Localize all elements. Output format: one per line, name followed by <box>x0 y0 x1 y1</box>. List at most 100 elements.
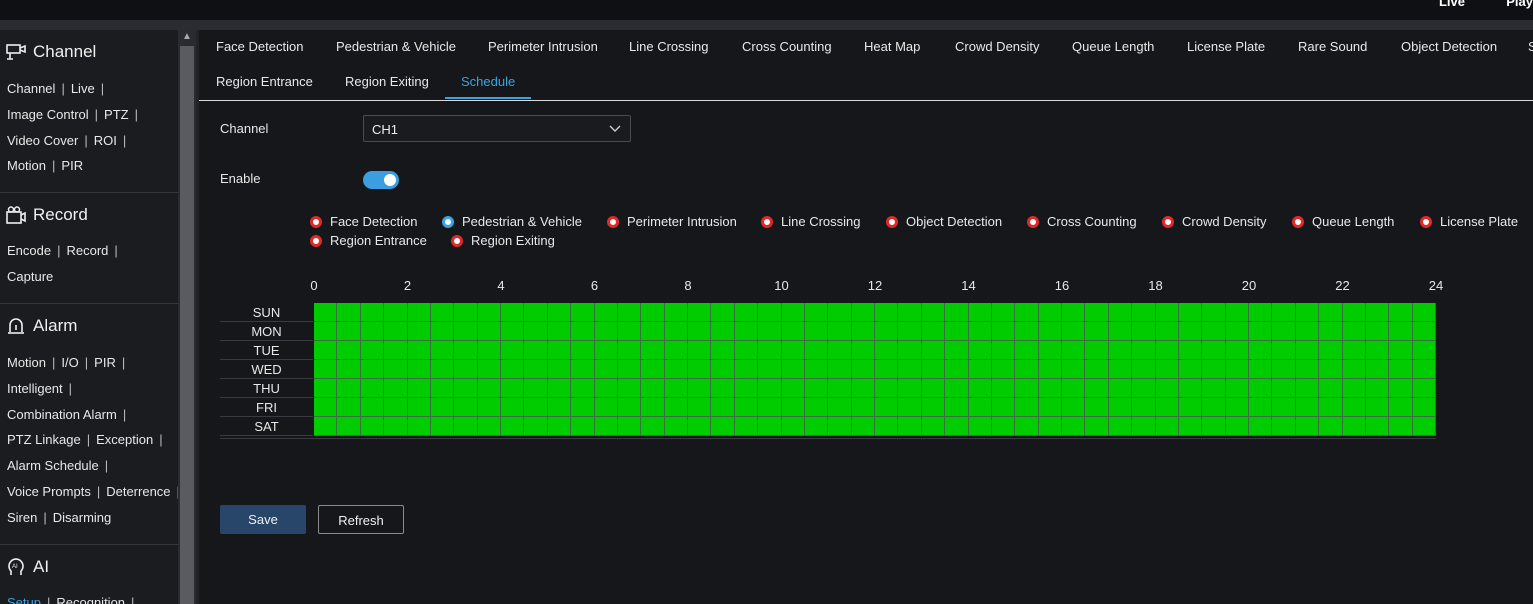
schedule-cell[interactable] <box>407 398 431 417</box>
schedule-cell[interactable] <box>781 379 805 398</box>
schedule-cell[interactable] <box>664 398 688 417</box>
schedule-cell[interactable] <box>594 398 618 417</box>
schedule-cell[interactable] <box>664 303 688 322</box>
nav-deterrence[interactable]: Deterrence <box>106 484 170 499</box>
schedule-cell[interactable] <box>781 341 805 360</box>
schedule-cell[interactable] <box>1225 360 1249 379</box>
schedule-cell[interactable] <box>921 379 946 398</box>
schedule-cell[interactable] <box>594 322 618 341</box>
tab-region-exiting[interactable]: Region Exiting <box>345 65 429 99</box>
schedule-cell[interactable] <box>384 360 408 379</box>
nav-io[interactable]: I/O <box>61 355 78 370</box>
schedule-cell[interactable] <box>337 303 361 322</box>
schedule-cell[interactable] <box>1249 398 1273 417</box>
schedule-cell[interactable] <box>875 322 899 341</box>
radio-pedestrian-vehicle[interactable]: Pedestrian & Vehicle <box>442 214 582 229</box>
schedule-cell[interactable] <box>477 379 501 398</box>
schedule-cell[interactable] <box>1178 398 1203 417</box>
schedule-cell[interactable] <box>1202 303 1226 322</box>
schedule-cell[interactable] <box>758 322 782 341</box>
schedule-cell[interactable] <box>875 379 899 398</box>
schedule-cell[interactable] <box>968 341 992 360</box>
schedule-cell[interactable] <box>337 360 361 379</box>
schedule-cell[interactable] <box>1272 322 1296 341</box>
schedule-cell[interactable] <box>337 322 361 341</box>
schedule-cell[interactable] <box>571 303 595 322</box>
sidebar-heading-channel[interactable]: Channel <box>0 39 178 65</box>
schedule-cell[interactable] <box>921 417 946 436</box>
schedule-cell[interactable] <box>711 341 735 360</box>
schedule-cell[interactable] <box>1108 341 1133 360</box>
schedule-cell[interactable] <box>664 341 688 360</box>
sidebar-heading-record[interactable]: Record <box>0 202 178 228</box>
schedule-cell[interactable] <box>337 417 361 436</box>
schedule-cell[interactable] <box>1412 417 1436 436</box>
schedule-cell[interactable] <box>875 360 899 379</box>
schedule-cell[interactable] <box>1155 341 1179 360</box>
schedule-cell[interactable] <box>1295 303 1320 322</box>
schedule-cell[interactable] <box>1015 322 1039 341</box>
schedule-cell[interactable] <box>1342 379 1366 398</box>
schedule-cell[interactable] <box>1319 360 1343 379</box>
schedule-cell[interactable] <box>828 398 852 417</box>
schedule-cell[interactable] <box>968 417 992 436</box>
schedule-cell[interactable] <box>828 360 852 379</box>
schedule-cell[interactable] <box>641 322 665 341</box>
schedule-cell[interactable] <box>991 398 1016 417</box>
schedule-cell[interactable] <box>1365 379 1390 398</box>
schedule-cell[interactable] <box>758 341 782 360</box>
schedule-cell[interactable] <box>547 398 572 417</box>
tab-perimeter-intrusion[interactable]: Perimeter Intrusion <box>488 30 598 64</box>
nav-recognition[interactable]: Recognition <box>56 595 125 604</box>
schedule-cell[interactable] <box>711 322 735 341</box>
schedule-cell[interactable] <box>641 379 665 398</box>
schedule-cell[interactable] <box>384 379 408 398</box>
schedule-cell[interactable] <box>1038 379 1062 398</box>
schedule-cell[interactable] <box>921 398 946 417</box>
schedule-cell[interactable] <box>524 398 548 417</box>
schedule-cell[interactable] <box>851 341 875 360</box>
tab-schedule[interactable]: Schedule <box>444 65 532 99</box>
schedule-cell[interactable] <box>1155 360 1179 379</box>
schedule-cell[interactable] <box>1319 303 1343 322</box>
schedule-cell[interactable] <box>1178 322 1203 341</box>
schedule-cell[interactable] <box>1015 303 1039 322</box>
top-nav-playback[interactable]: Play <box>1506 0 1533 9</box>
schedule-cell[interactable] <box>828 303 852 322</box>
schedule-cell[interactable] <box>337 379 361 398</box>
schedule-cell[interactable] <box>1225 303 1249 322</box>
schedule-cell[interactable] <box>711 303 735 322</box>
schedule-cell[interactable] <box>501 379 525 398</box>
schedule-cell[interactable] <box>547 360 572 379</box>
schedule-cell[interactable] <box>314 322 338 341</box>
schedule-cell[interactable] <box>945 398 969 417</box>
schedule-cell[interactable] <box>781 398 805 417</box>
schedule-cell[interactable] <box>1132 379 1156 398</box>
schedule-cell[interactable] <box>1389 303 1413 322</box>
tab-crowd-density[interactable]: Crowd Density <box>955 30 1040 64</box>
schedule-cell[interactable] <box>384 417 408 436</box>
schedule-cell[interactable] <box>1412 379 1436 398</box>
schedule-cell[interactable] <box>1015 417 1039 436</box>
schedule-cell[interactable] <box>617 360 642 379</box>
save-button[interactable]: Save <box>220 505 306 534</box>
nav-capture[interactable]: Capture <box>7 269 53 284</box>
radio-region-entrance[interactable]: Region Entrance <box>310 233 427 248</box>
schedule-cell[interactable] <box>407 303 431 322</box>
schedule-cell[interactable] <box>1062 379 1086 398</box>
nav-disarming[interactable]: Disarming <box>53 510 112 525</box>
schedule-cell[interactable] <box>1365 341 1390 360</box>
schedule-cell[interactable] <box>781 322 805 341</box>
schedule-cell[interactable] <box>688 322 712 341</box>
schedule-cell[interactable] <box>1389 379 1413 398</box>
schedule-cell[interactable] <box>781 303 805 322</box>
schedule-cell[interactable] <box>1412 398 1436 417</box>
schedule-cell[interactable] <box>1225 379 1249 398</box>
radio-region-exiting[interactable]: Region Exiting <box>451 233 555 248</box>
schedule-cell[interactable] <box>571 417 595 436</box>
schedule-cell[interactable] <box>617 341 642 360</box>
schedule-cell[interactable] <box>1132 303 1156 322</box>
schedule-cell[interactable] <box>1365 360 1390 379</box>
tab-face-detection[interactable]: Face Detection <box>216 30 303 64</box>
schedule-cell[interactable] <box>1272 341 1296 360</box>
